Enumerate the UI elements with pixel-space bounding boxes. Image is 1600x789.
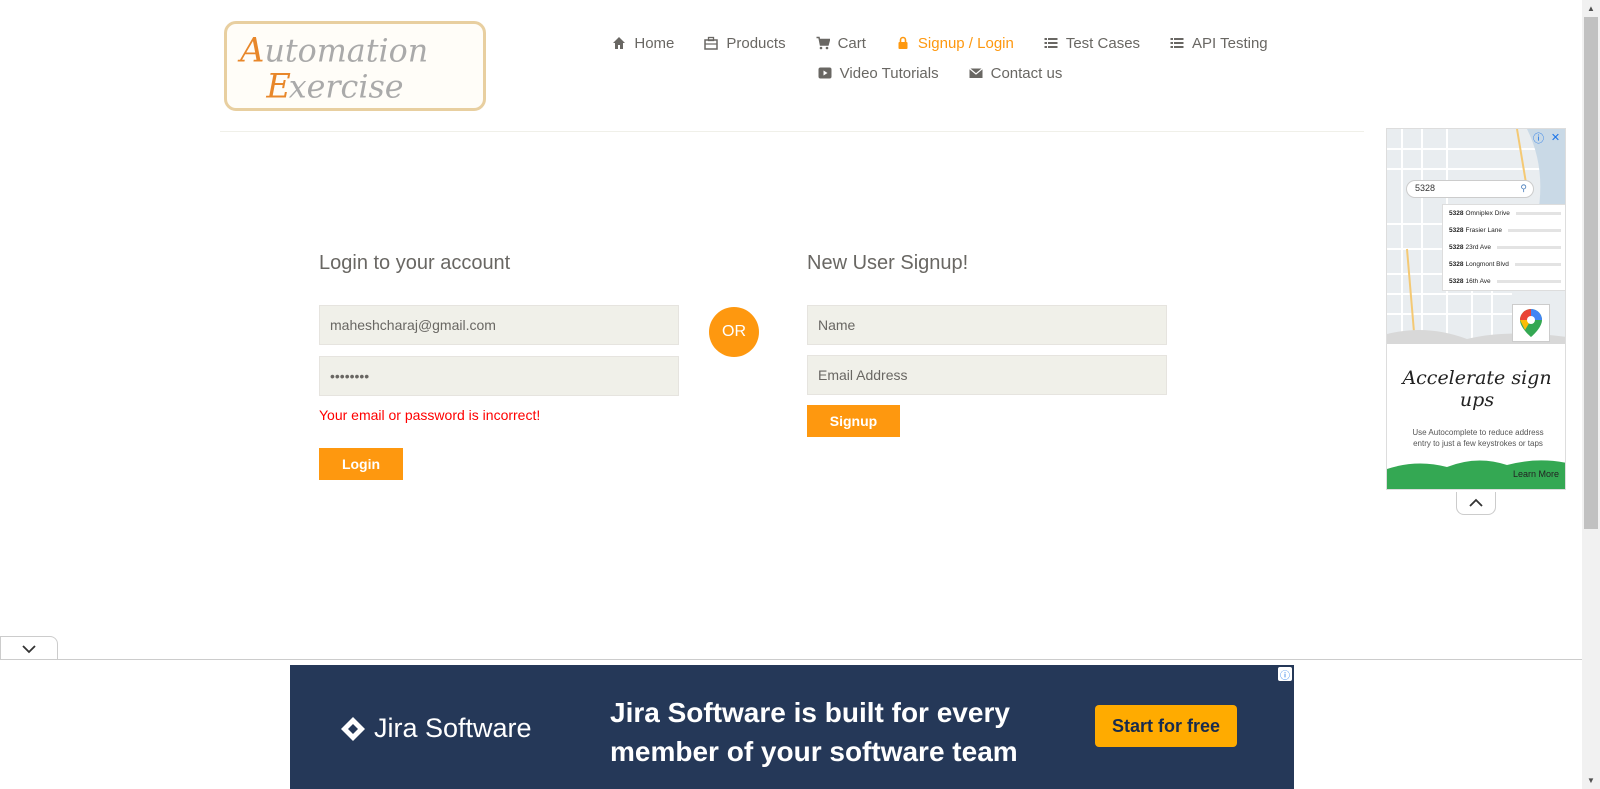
map-pin-graphic: [1520, 309, 1542, 337]
jira-brand: Jira Software: [340, 713, 532, 744]
jira-headline: Jira Software is built for every member …: [610, 697, 1018, 767]
bottom-ad-collapse-tab[interactable]: [0, 636, 58, 660]
jira-logo-icon: [341, 716, 365, 741]
nav-test-cases[interactable]: Test Cases: [1029, 35, 1155, 52]
header-divider: [220, 131, 1364, 132]
youtube-icon: [818, 67, 832, 79]
signup-button[interactable]: Signup: [807, 405, 900, 437]
nav-products-label: Products: [726, 34, 786, 52]
site-logo[interactable]: A utomation E xercise: [224, 21, 486, 111]
page: A utomation E xercise Home Products Cart…: [0, 0, 1600, 789]
nav-api-testing[interactable]: API Testing: [1155, 35, 1283, 52]
ad-tagline: Accelerate sign ups: [1402, 367, 1552, 411]
nav-signup-login[interactable]: Signup / Login: [881, 35, 1029, 52]
suggestion-num: 5328: [1449, 261, 1464, 268]
map-search-value: 5328: [1415, 183, 1436, 193]
nav-cart[interactable]: Cart: [801, 35, 881, 52]
scroll-thumb[interactable]: [1584, 17, 1598, 529]
list-icon: [1044, 38, 1058, 48]
suggestion-street: Longmont Blvd: [1465, 261, 1509, 268]
side-ad[interactable]: 5328 ⚲ 5328 Omniplex Drive 5328 Frasier La…: [1386, 128, 1566, 490]
page-scrollbar[interactable]: ▲ ▼: [1582, 0, 1600, 789]
nav-signup-login-label: Signup / Login: [917, 34, 1014, 52]
nav-cart-label: Cart: [837, 34, 866, 52]
ad-map: 5328 ⚲ 5328 Omniplex Drive 5328 Frasier La…: [1387, 129, 1565, 345]
nav-home[interactable]: Home: [597, 35, 689, 52]
list-icon: [1170, 38, 1184, 48]
nav-test-cases-label: Test Cases: [1065, 34, 1141, 52]
nav-video-tutorials-label: Video Tutorials: [839, 64, 939, 82]
nav-home-label: Home: [634, 34, 675, 52]
signup-name-input[interactable]: [807, 305, 1167, 345]
suggestion-street: 23rd Ave: [1465, 244, 1492, 251]
suggestion-item: 5328 Omniplex Drive: [1443, 205, 1565, 222]
logo-letter-e: E: [265, 67, 291, 106]
ad-description: Use Autocomplete to reduce address entry…: [1412, 428, 1544, 448]
home-icon: [613, 37, 626, 49]
logo-letter-a: A: [237, 30, 264, 69]
maps-pin-icon: [1512, 304, 1550, 342]
chevron-up-icon: [1469, 498, 1483, 507]
suggestion-street: 16th Ave: [1465, 278, 1491, 285]
side-ad-collapse-tab[interactable]: [1456, 492, 1496, 515]
suggestion-street: Omniplex Drive: [1465, 210, 1510, 217]
nav-contact-us-label: Contact us: [990, 64, 1063, 82]
main-nav: Home Products Cart Signup / Login Test C…: [600, 28, 1280, 88]
suggestion-item: 5328 Frasier Lane: [1443, 222, 1565, 239]
bottom-ad-banner[interactable]: Jira Software Jira Software is built for…: [290, 665, 1294, 789]
login-password-input[interactable]: [319, 356, 679, 396]
login-email-input[interactable]: [319, 305, 679, 345]
ad-learn-more-link[interactable]: Learn More: [1513, 469, 1559, 479]
login-button[interactable]: Login: [319, 448, 403, 480]
map-suggestions: 5328 Omniplex Drive 5328 Frasier Lane 5328…: [1442, 204, 1565, 291]
suggestion-num: 5328: [1449, 278, 1464, 285]
logo-graphic: A utomation E xercise: [237, 30, 428, 106]
scroll-down-arrow-icon[interactable]: ▼: [1582, 772, 1600, 789]
nav-contact-us[interactable]: Contact us: [954, 65, 1078, 82]
suggestion-num: 5328: [1449, 244, 1464, 251]
ad-info-icon[interactable]: ⓘ: [1532, 131, 1545, 145]
nav-products[interactable]: Products: [689, 35, 800, 52]
suggestion-street: Frasier Lane: [1465, 227, 1502, 234]
nav-video-tutorials[interactable]: Video Tutorials: [803, 65, 954, 82]
signup-email-input[interactable]: [807, 355, 1167, 395]
login-title: Login to your account: [319, 252, 511, 274]
chevron-down-icon: [22, 644, 36, 653]
login-error-message: Your email or password is incorrect!: [319, 407, 541, 423]
cart-icon: [816, 36, 830, 50]
products-icon: [704, 36, 719, 50]
suggestion-item: 5328 16th Ave: [1443, 273, 1565, 290]
logo-line1: utomation: [264, 33, 428, 69]
logo-line2: xercise: [289, 70, 404, 106]
envelope-icon: [968, 68, 983, 78]
jira-start-button[interactable]: Start for free: [1095, 705, 1237, 747]
ad-info-icon[interactable]: ⓘ: [1278, 667, 1292, 682]
nav-row-1: Home Products Cart Signup / Login Test C…: [600, 28, 1280, 58]
jira-brand-name: Jira Software: [374, 713, 532, 743]
suggestion-item: 5328 23rd Ave: [1443, 239, 1565, 256]
or-divider: OR: [709, 307, 759, 357]
signup-title: New User Signup!: [807, 252, 969, 274]
ad-close-icon[interactable]: ✕: [1549, 131, 1562, 144]
suggestion-item: 5328 Longmont Blvd: [1443, 256, 1565, 273]
map-search-input: 5328 ⚲: [1406, 180, 1534, 198]
search-icon: ⚲: [1520, 183, 1527, 193]
bottom-ad-divider: [0, 659, 1582, 660]
suggestion-num: 5328: [1449, 210, 1464, 217]
nav-row-2: Video Tutorials Contact us: [600, 58, 1280, 88]
lock-icon: [898, 36, 908, 49]
suggestion-num: 5328: [1449, 227, 1464, 234]
nav-api-testing-label: API Testing: [1192, 34, 1268, 52]
scroll-up-arrow-icon[interactable]: ▲: [1582, 0, 1600, 17]
